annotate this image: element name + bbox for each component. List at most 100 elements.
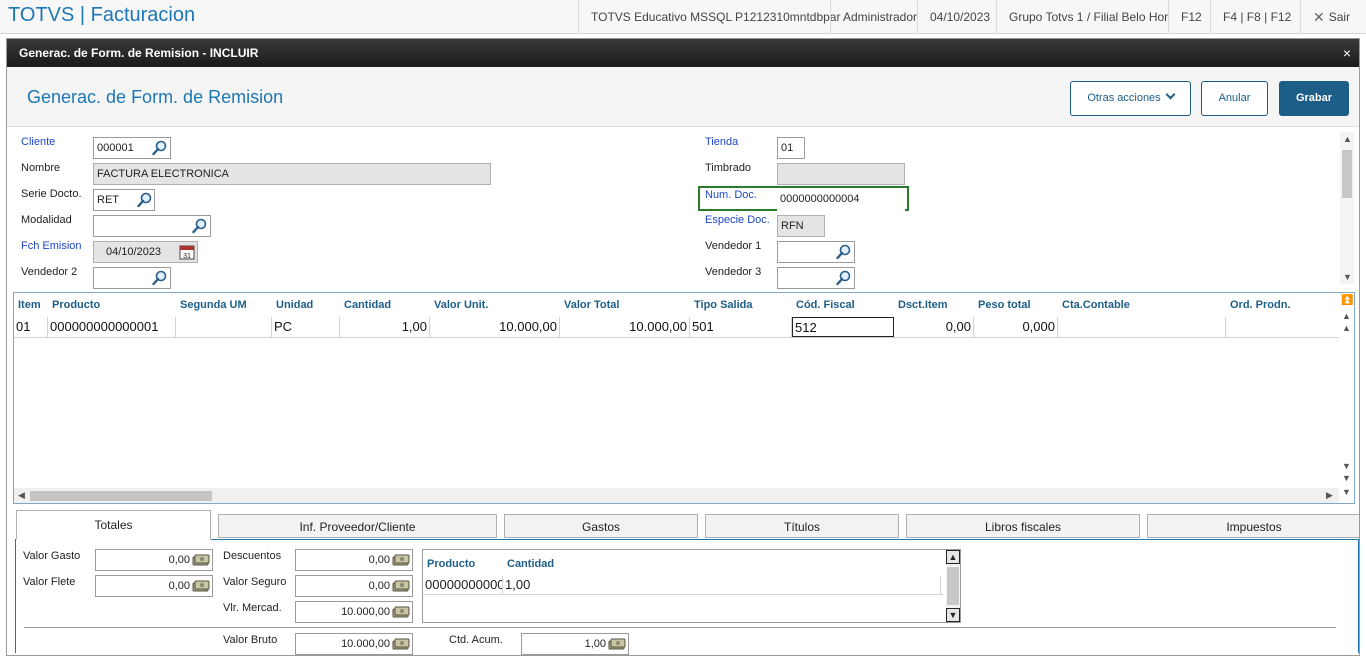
- user-label[interactable]: Administrador: [830, 0, 929, 34]
- sub-grid-scrollbar[interactable]: ▲ ▼: [946, 550, 960, 622]
- column-header[interactable]: Unidad: [276, 293, 313, 317]
- tab-titulos[interactable]: Títulos: [705, 514, 899, 538]
- search-icon[interactable]: [152, 140, 168, 156]
- num-doc-field[interactable]: 0000000000004: [777, 189, 905, 211]
- money-icon[interactable]: [392, 579, 410, 593]
- save-button[interactable]: Grabar: [1279, 81, 1349, 116]
- scrollbar-thumb[interactable]: [947, 567, 959, 605]
- valor-flete-field[interactable]: 0,00: [95, 575, 213, 597]
- fch-emision-label: Fch Emision: [21, 240, 82, 252]
- column-header[interactable]: Item: [18, 293, 41, 317]
- tienda-field[interactable]: 01: [777, 137, 805, 159]
- grid-horizontal-scrollbar[interactable]: ◀ ▶: [14, 488, 1339, 503]
- table-cell[interactable]: [1058, 317, 1226, 337]
- valor-bruto-field[interactable]: 10.000,00: [295, 633, 413, 655]
- serie-label: Serie Docto.: [21, 188, 82, 200]
- money-icon[interactable]: [608, 637, 626, 651]
- valor-gasto-field[interactable]: 0,00: [95, 549, 213, 571]
- search-icon[interactable]: [192, 218, 208, 234]
- column-header[interactable]: Valor Total: [564, 293, 619, 317]
- table-cell[interactable]: [1226, 317, 1339, 337]
- scroll-down-icon[interactable]: ▼: [1342, 461, 1351, 471]
- scroll-up-icon[interactable]: ▲: [1343, 134, 1352, 144]
- column-header[interactable]: Cód. Fiscal: [796, 293, 855, 317]
- company-label[interactable]: Grupo Totvs 1 / Filial Belo Hor: [996, 0, 1180, 34]
- table-cell[interactable]: 0,000: [974, 317, 1058, 337]
- exit-button[interactable]: ✕ Sair: [1300, 0, 1362, 34]
- vlr-mercad-value: 10.000,00: [341, 606, 390, 618]
- grid-vertical-scrollbar[interactable]: ⏫ ▲ ▲ ▼ ▼ ▼: [1339, 293, 1354, 503]
- table-cell[interactable]: PC: [272, 317, 340, 337]
- fields-scrollbar[interactable]: ▲ ▼: [1340, 132, 1354, 284]
- other-actions-label: Otras acciones: [1087, 92, 1161, 104]
- dialog-close-button[interactable]: ×: [1343, 39, 1351, 67]
- search-icon[interactable]: [137, 192, 153, 208]
- column-header[interactable]: Cta.Contable: [1062, 293, 1130, 317]
- scroll-down-icon[interactable]: ▼: [1343, 272, 1352, 282]
- tab-inf-proveedor[interactable]: Inf. Proveedor/Cliente: [218, 514, 497, 538]
- ctd-acum-label: Ctd. Acum.: [449, 634, 503, 646]
- table-cell[interactable]: 10.000,00: [430, 317, 560, 337]
- column-header[interactable]: Segunda UM: [180, 293, 247, 317]
- vlr-mercad-field[interactable]: 10.000,00: [295, 601, 413, 623]
- table-cell[interactable]: 01: [14, 317, 48, 337]
- scroll-bottom-icon[interactable]: ▼: [1342, 487, 1351, 497]
- search-icon[interactable]: [152, 270, 168, 286]
- money-icon[interactable]: [192, 553, 210, 567]
- scroll-down-icon[interactable]: ▼: [946, 608, 960, 622]
- table-cell[interactable]: 10.000,00: [560, 317, 690, 337]
- close-icon: ✕: [1313, 9, 1325, 25]
- search-icon[interactable]: [836, 244, 852, 260]
- money-icon[interactable]: [192, 579, 210, 593]
- column-header[interactable]: Valor Unit.: [434, 293, 488, 317]
- num-doc-label: Num. Doc.: [705, 189, 757, 201]
- column-header[interactable]: Ord. Prodn.: [1230, 293, 1291, 317]
- money-icon[interactable]: [392, 637, 410, 651]
- tab-totales[interactable]: Totales: [16, 510, 211, 540]
- column-header[interactable]: Producto: [427, 552, 475, 576]
- scroll-left-icon[interactable]: ◀: [18, 490, 25, 501]
- descuentos-field[interactable]: 0,00: [295, 549, 413, 571]
- table-cell[interactable]: 1,00: [340, 317, 430, 337]
- nombre-field: FACTURA ELECTRONICA: [93, 163, 491, 185]
- chevron-down-icon: [1165, 89, 1176, 100]
- table-cell[interactable]: 1,00: [505, 576, 941, 594]
- cancel-button[interactable]: Anular: [1201, 81, 1268, 116]
- table-cell[interactable]: [176, 317, 272, 337]
- valor-seguro-field[interactable]: 0,00: [295, 575, 413, 597]
- scroll-up-icon[interactable]: ▲: [1342, 323, 1351, 333]
- money-icon[interactable]: [392, 553, 410, 567]
- column-header[interactable]: Tipo Salida: [694, 293, 752, 317]
- other-actions-button[interactable]: Otras acciones: [1070, 81, 1191, 116]
- f12-shortcut[interactable]: F12: [1168, 0, 1214, 34]
- table-cell[interactable]: 501: [690, 317, 792, 337]
- table-cell[interactable]: 000000000000001: [425, 576, 503, 594]
- table-cell[interactable]: 000000000000001: [48, 317, 176, 337]
- tab-libros-fiscales[interactable]: Libros fiscales: [906, 514, 1140, 538]
- serie-value: RET: [97, 194, 119, 206]
- scroll-up-icon[interactable]: ▲: [946, 550, 960, 564]
- scroll-top-icon[interactable]: ⏫: [1341, 295, 1353, 306]
- money-icon[interactable]: [392, 605, 410, 619]
- scroll-page-up-icon[interactable]: ▲: [1342, 311, 1351, 321]
- scroll-right-icon[interactable]: ▶: [1326, 490, 1333, 501]
- especie-label: Especie Doc.: [705, 214, 770, 226]
- shortcuts-label[interactable]: F4 | F8 | F12: [1210, 0, 1303, 34]
- selected-cell[interactable]: 512: [792, 317, 894, 337]
- scrollbar-thumb[interactable]: [30, 491, 212, 501]
- table-cell[interactable]: 0,00: [894, 317, 974, 337]
- calendar-icon[interactable]: 31: [179, 244, 195, 260]
- search-icon[interactable]: [836, 270, 852, 286]
- column-header[interactable]: Cantidad: [344, 293, 391, 317]
- scrollbar-thumb[interactable]: [1342, 150, 1352, 198]
- tab-impuestos[interactable]: Impuestos: [1147, 514, 1359, 538]
- column-header[interactable]: Cantidad: [507, 552, 554, 576]
- scroll-page-down-icon[interactable]: ▼: [1342, 473, 1351, 483]
- valor-bruto-value: 10.000,00: [341, 638, 390, 650]
- ctd-acum-field[interactable]: 1,00: [521, 633, 629, 655]
- date-label[interactable]: 04/10/2023: [917, 0, 1002, 34]
- column-header[interactable]: Producto: [52, 293, 100, 317]
- tab-gastos[interactable]: Gastos: [504, 514, 698, 538]
- column-header[interactable]: Dsct.Item: [898, 293, 948, 317]
- column-header[interactable]: Peso total: [978, 293, 1031, 317]
